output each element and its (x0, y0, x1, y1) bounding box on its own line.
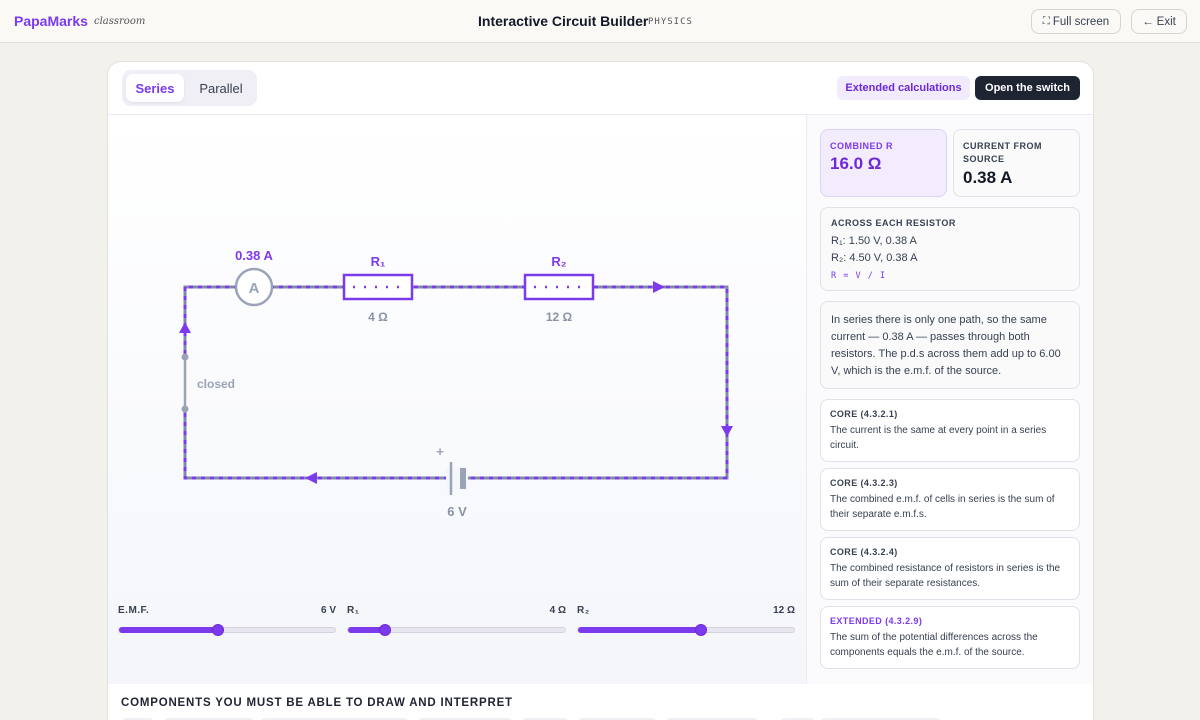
extended-calculations-button[interactable]: Extended calculations (837, 76, 970, 100)
r2-slider-thumb[interactable] (695, 624, 708, 636)
fullscreen-button[interactable]: ⛶ Full screen (1031, 9, 1121, 34)
subject-label: PHYSICS (648, 17, 693, 27)
brand-subtitle: classroom (94, 16, 146, 27)
exit-label: Exit (1156, 15, 1176, 28)
across-resistors-title: ACROSS EACH RESISTOR (831, 218, 956, 228)
circuit-wires (183, 285, 729, 480)
r2-slider-label: R₂ (577, 605, 590, 616)
top-bar: PapaMarks classroom Interactive Circuit … (0, 0, 1200, 43)
current-arrow-left (179, 322, 191, 333)
r1-label: R₁ (371, 254, 386, 269)
r2-value: 12 Ω (546, 310, 573, 324)
across-resistors-card: ACROSS EACH RESISTOR R₁: 1.50 V, 0.38 A … (820, 207, 1080, 291)
combined-resistance-value: 16.0 Ω (830, 154, 882, 173)
results-panel: COMBINED R 16.0 Ω CURRENT FROM SOURCE 0.… (806, 114, 1093, 684)
current-arrow-bottom (305, 472, 317, 484)
spec-point-extended: EXTENDED (4.3.2.9) The sum of the potent… (820, 606, 1080, 669)
spec-point-tag: CORE (4.3.2.3) (830, 478, 898, 488)
spec-point-text: The sum of the potential differences acr… (830, 632, 1038, 658)
r1-slider-track[interactable] (347, 624, 566, 636)
brand-logo[interactable]: PapaMarks (14, 13, 88, 29)
cell-value: 6 V (447, 504, 467, 519)
explanation-text: In series there is only one path, so the… (831, 314, 1061, 377)
components-section-title: COMPONENTS YOU MUST BE ABLE TO DRAW AND … (121, 697, 513, 709)
source-current-label: CURRENT FROM SOURCE (963, 141, 1042, 164)
page-title: Interactive Circuit Builder (478, 13, 649, 29)
ammeter-symbol: A (249, 280, 260, 297)
tab-series[interactable]: Series (126, 74, 184, 102)
exit-button[interactable]: ← Exit (1131, 9, 1187, 34)
ohms-law-formula: R = V / I (831, 271, 887, 281)
combined-resistance-label: COMBINED R (830, 141, 893, 151)
switch[interactable] (180, 353, 192, 413)
r1-value: 4 Ω (368, 310, 388, 324)
r1-readings: R₁: 1.50 V, 0.38 A (831, 235, 917, 247)
emf-slider-label: E.M.F. (118, 605, 150, 616)
r1-slider-value: 4 Ω (549, 605, 566, 616)
arrow-left-icon: ← (1142, 15, 1154, 28)
spec-point: CORE (4.3.2.4) The combined resistance o… (820, 537, 1080, 600)
explanation-card: In series there is only one path, so the… (820, 301, 1080, 389)
spec-point-text: The combined resistance of resistors in … (830, 563, 1061, 589)
emf-slider-track[interactable] (118, 624, 336, 636)
resistor-r1[interactable] (342, 273, 414, 301)
r2-slider-value: 12 Ω (773, 605, 795, 616)
ammeter[interactable]: A (234, 267, 274, 307)
spec-point-text: The combined e.m.f. of cells in series i… (830, 494, 1055, 520)
spec-point-tag: CORE (4.3.2.4) (830, 547, 898, 557)
r2-slider-track[interactable] (577, 624, 795, 636)
emf-slider-value: 6 V (320, 605, 336, 616)
current-arrow-right (721, 426, 733, 437)
spec-point: CORE (4.3.2.3) The combined e.m.f. of ce… (820, 468, 1080, 531)
circuit-canvas: closed A 0.38 A R₁ 4 Ω R₂ 12 Ω + 6 V E.M… (108, 114, 806, 684)
ammeter-reading: 0.38 A (235, 248, 273, 263)
open-switch-button[interactable]: Open the switch (975, 76, 1080, 100)
r1-slider-thumb[interactable] (378, 624, 391, 636)
circuit-builder-card: Series Parallel Extended calculations Op… (107, 61, 1094, 720)
emf-slider-thumb[interactable] (212, 624, 225, 636)
switch-state-label: closed (197, 377, 235, 391)
emf-slider-fill (119, 627, 219, 633)
fullscreen-label: Full screen (1052, 15, 1110, 28)
source-current-value: 0.38 A (963, 168, 1013, 187)
r2-slider-fill (578, 627, 702, 633)
spec-point-tag: CORE (4.3.2.1) (830, 409, 898, 419)
r1-slider-label: R₁ (347, 605, 360, 616)
combined-resistance-card: COMBINED R 16.0 Ω (820, 129, 947, 197)
fullscreen-icon: ⛶ (1042, 16, 1050, 27)
cell-positive-sign: + (436, 444, 444, 459)
cell[interactable] (446, 462, 468, 495)
emf-slider[interactable]: E.M.F. 6 V (118, 605, 336, 645)
spec-point-text: The current is the same at every point i… (830, 425, 1047, 451)
spec-point-tag: EXTENDED (4.3.2.9) (830, 616, 923, 626)
resistor-r2[interactable] (523, 273, 595, 301)
circuit-diagram: closed A 0.38 A R₁ 4 Ω R₂ 12 Ω + 6 V (179, 248, 733, 519)
r2-label: R₂ (551, 254, 566, 269)
r2-slider[interactable]: R₂ 12 Ω (577, 605, 795, 645)
spec-point: CORE (4.3.2.1) The current is the same a… (820, 399, 1080, 462)
source-current-card: CURRENT FROM SOURCE 0.38 A (953, 129, 1080, 197)
r1-slider[interactable]: R₁ 4 Ω (347, 605, 566, 645)
tab-parallel[interactable]: Parallel (188, 74, 254, 102)
r2-readings: R₂: 4.50 V, 0.38 A (831, 252, 918, 264)
circuit-type-tabs: Series Parallel (122, 70, 257, 106)
current-arrow-top (653, 281, 665, 293)
